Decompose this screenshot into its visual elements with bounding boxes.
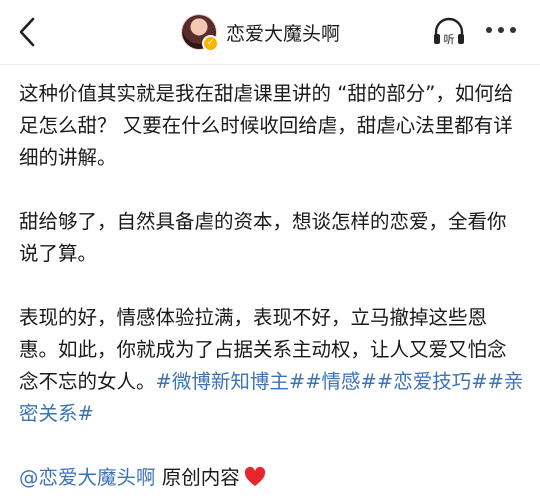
more-menu-icon[interactable] <box>486 27 516 33</box>
post-paragraph-2: 甜给够了，自然具备虐的资本，想谈怎样的恋爱，全看你说了算。 <box>19 210 507 265</box>
headphone-listen-icon[interactable]: 听 <box>431 15 467 49</box>
verified-badge-icon: ✓ <box>202 35 219 52</box>
more-dot <box>486 27 492 33</box>
listen-label: 听 <box>444 33 455 46</box>
original-content-label: 原创内容 <box>161 466 240 489</box>
hashtag-link[interactable]: #微博新知博主# <box>156 370 306 393</box>
author-mention-link[interactable]: @恋爱大魔头啊 <box>19 466 156 489</box>
post-paragraph-1: 这种价值其实就是我在甜虐课里讲的 “甜的部分”，如何给足怎么甜？ 又要在什么时候… <box>19 82 514 169</box>
more-dot <box>498 27 504 33</box>
post-footer: @恋爱大魔头啊 原创内容 <box>19 462 524 494</box>
post-paragraph-3: 表现的好，情感体验拉满，表现不好，立马撤掉这些恩惠。如此，你就成为了占据关系主动… <box>19 302 524 430</box>
heart-icon <box>244 467 265 486</box>
top-bar: ✓ 恋爱大魔头啊 听 <box>0 0 540 65</box>
avatar[interactable]: ✓ <box>182 15 219 52</box>
post-body: 这种价值其实就是我在甜虐课里讲的 “甜的部分”，如何给足怎么甜？ 又要在什么时候… <box>19 78 524 494</box>
hashtag-link[interactable]: #恋爱技巧# <box>377 370 488 393</box>
hashtag-link[interactable]: #情感# <box>305 370 377 393</box>
back-arrow-icon[interactable] <box>14 16 42 48</box>
author-name[interactable]: 恋爱大魔头啊 <box>226 19 340 46</box>
more-dot <box>510 27 516 33</box>
author-info[interactable]: ✓ 恋爱大魔头啊 <box>182 14 340 52</box>
